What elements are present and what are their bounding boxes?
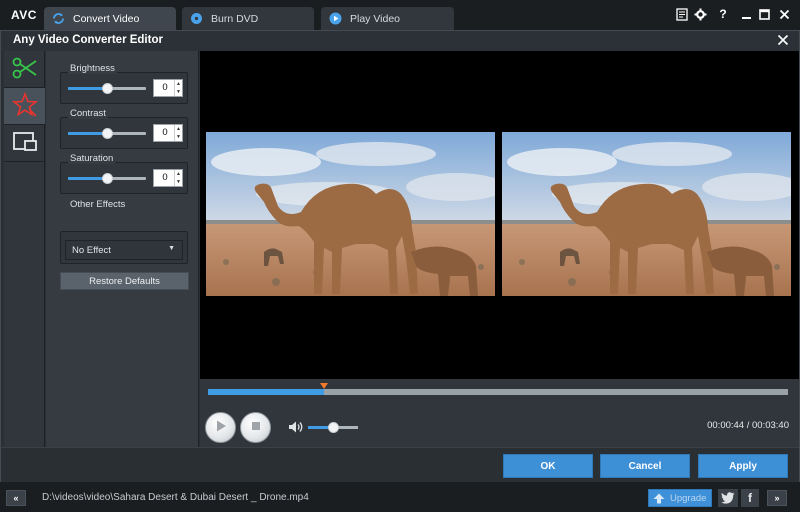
total-time: 00:03:40 (752, 420, 789, 431)
progress-fill (208, 389, 324, 395)
tab-burn-dvd[interactable]: Burn DVD (182, 7, 314, 30)
dialog-button-bar: OK Cancel Apply (1, 447, 799, 482)
status-bar: « D:\videos\video\Sahara Desert & Dubai … (0, 482, 800, 512)
upgrade-button[interactable]: Upgrade (648, 489, 712, 507)
brightness-group: 0 ▲ ▼ (60, 72, 188, 104)
progress-bar[interactable] (208, 383, 788, 395)
file-path: D:\videos\video\Sahara Desert & Dubai De… (42, 492, 309, 503)
tab-label: Burn DVD (211, 12, 259, 25)
preview-video-frame (502, 132, 791, 296)
playback-controls: 00:00:44 / 00:03:40 (200, 379, 799, 447)
contrast-label: Contrast (68, 108, 108, 119)
disc-icon (190, 12, 203, 25)
spin-arrows[interactable]: ▲ ▼ (174, 170, 182, 186)
brightness-value: 0 (162, 82, 168, 93)
crop-icon (12, 131, 38, 156)
expand-right-button[interactable]: » (767, 490, 787, 506)
tab-label: Convert Video (73, 12, 140, 25)
tab-convert-video[interactable]: Convert Video (44, 7, 176, 30)
contrast-value: 0 (162, 127, 168, 138)
stop-icon (251, 421, 261, 434)
play-button[interactable] (205, 412, 236, 443)
help-icon[interactable]: ? (715, 6, 731, 22)
video-preview-area (200, 51, 799, 379)
gear-icon[interactable] (692, 6, 708, 22)
camel-scene-image (206, 132, 495, 296)
rail-effects-button[interactable] (4, 88, 45, 125)
other-effects-group: No Effect ▼ (60, 231, 188, 264)
brightness-label: Brightness (68, 63, 117, 74)
current-time: 00:00:44 (707, 420, 745, 431)
playhead-marker[interactable] (320, 383, 328, 389)
time-separator: / (744, 420, 753, 431)
rail-trim-button[interactable] (4, 51, 45, 88)
brightness-spinbox[interactable]: 0 ▲ ▼ (153, 79, 183, 97)
editor-close-icon[interactable] (775, 32, 791, 48)
other-effects-dropdown[interactable]: No Effect ▼ (65, 240, 183, 260)
contrast-slider-thumb[interactable] (102, 128, 113, 139)
saturation-slider-thumb[interactable] (102, 173, 113, 184)
editor-window: Any Video Converter Editor 0 ▲ ▼ Brightn… (0, 30, 800, 482)
editor-title: Any Video Converter Editor (13, 34, 163, 46)
brightness-slider-thumb[interactable] (102, 83, 113, 94)
volume-icon[interactable] (288, 420, 304, 437)
tab-label: Play Video (350, 12, 401, 25)
editor-tool-rail (4, 51, 45, 447)
saturation-slider[interactable] (68, 173, 146, 184)
time-readout: 00:00:44 / 00:03:40 (707, 420, 789, 431)
app-logo: AVC (11, 8, 37, 22)
list-icon[interactable] (674, 6, 690, 22)
apply-button[interactable]: Apply (698, 454, 788, 478)
play-icon (214, 419, 228, 436)
play-circle-icon (329, 12, 342, 25)
stop-button[interactable] (240, 412, 271, 443)
collapse-left-button[interactable]: « (6, 490, 26, 506)
original-video-frame (206, 132, 495, 296)
volume-slider[interactable] (308, 422, 358, 433)
ok-button[interactable]: OK (503, 454, 593, 478)
saturation-group: 0 ▲ ▼ (60, 162, 188, 194)
spin-arrows[interactable]: ▲ ▼ (174, 80, 182, 96)
app-window: AVC Convert Video Burn DVD Play Video ? (0, 0, 800, 512)
title-bar: AVC Convert Video Burn DVD Play Video ? (0, 0, 800, 30)
close-icon[interactable] (776, 6, 792, 22)
effects-panel: 0 ▲ ▼ Brightness 0 ▲ ▼ Contrast 0 ▲ ▼ Sa… (46, 51, 199, 447)
contrast-slider[interactable] (68, 128, 146, 139)
spin-arrows[interactable]: ▲ ▼ (174, 125, 182, 141)
upgrade-label: Upgrade (670, 492, 707, 504)
minimize-icon[interactable] (738, 6, 754, 22)
contrast-group: 0 ▲ ▼ (60, 117, 188, 149)
other-effects-selected: No Effect (72, 245, 111, 256)
volume-slider-thumb[interactable] (328, 422, 339, 433)
other-effects-label: Other Effects (68, 199, 128, 210)
restore-defaults-button[interactable]: Restore Defaults (60, 272, 189, 290)
effects-star-icon (11, 91, 38, 121)
contrast-spinbox[interactable]: 0 ▲ ▼ (153, 124, 183, 142)
tab-play-video[interactable]: Play Video (321, 7, 454, 30)
camel-scene-image (502, 132, 791, 296)
convert-icon (52, 12, 65, 25)
editor-header: Any Video Converter Editor (1, 31, 799, 51)
scissors-icon (12, 57, 38, 82)
rail-crop-button[interactable] (4, 125, 45, 162)
saturation-spinbox[interactable]: 0 ▲ ▼ (153, 169, 183, 187)
saturation-value: 0 (162, 172, 168, 183)
facebook-icon[interactable]: f (741, 489, 759, 507)
saturation-label: Saturation (68, 153, 116, 164)
cancel-button[interactable]: Cancel (600, 454, 690, 478)
maximize-icon[interactable] (756, 6, 772, 22)
brightness-slider[interactable] (68, 83, 146, 94)
twitter-icon[interactable] (718, 489, 738, 507)
upgrade-arrow-icon (653, 493, 665, 504)
chevron-down-icon: ▼ (168, 245, 175, 252)
